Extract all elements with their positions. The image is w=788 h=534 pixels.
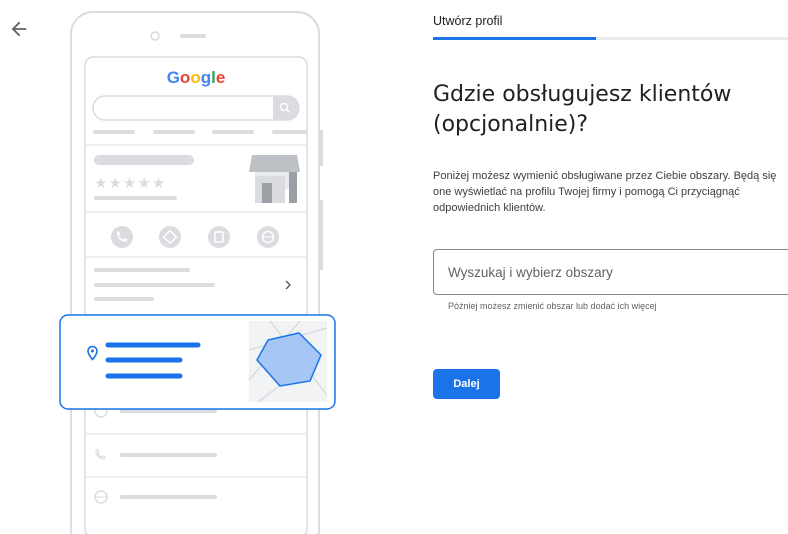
mock-directions-icon (159, 226, 181, 248)
storefront-icon (249, 155, 300, 203)
mock-bookmark-icon (208, 226, 230, 248)
next-button[interactable]: Dalej (433, 369, 500, 399)
rating-stars: ★★★★★ (94, 174, 166, 192)
page-header-title: Utwórz profil (433, 14, 503, 28)
phone-speaker (180, 34, 206, 38)
mock-search-bar (92, 95, 300, 121)
phone-screen (84, 56, 308, 534)
mock-phone-icon (111, 226, 133, 248)
service-area-search-input[interactable] (448, 250, 778, 294)
search-hint: Później możesz zmienić obszar lub dodać … (448, 301, 657, 311)
page-heading: Gdzie obsługujesz klientów (opcjonalnie)… (433, 82, 732, 137)
description-text: Poniżej możesz wymienić obsługiwane prze… (433, 170, 777, 214)
progress-fill (433, 37, 596, 40)
phone-illustration: Google ★★★★★ (59, 11, 336, 534)
service-area-card (59, 314, 336, 410)
google-logo: Google (167, 68, 226, 87)
back-arrow-icon[interactable] (8, 18, 30, 40)
service-area-search-field[interactable] (433, 249, 788, 295)
service-area-map (248, 320, 328, 403)
